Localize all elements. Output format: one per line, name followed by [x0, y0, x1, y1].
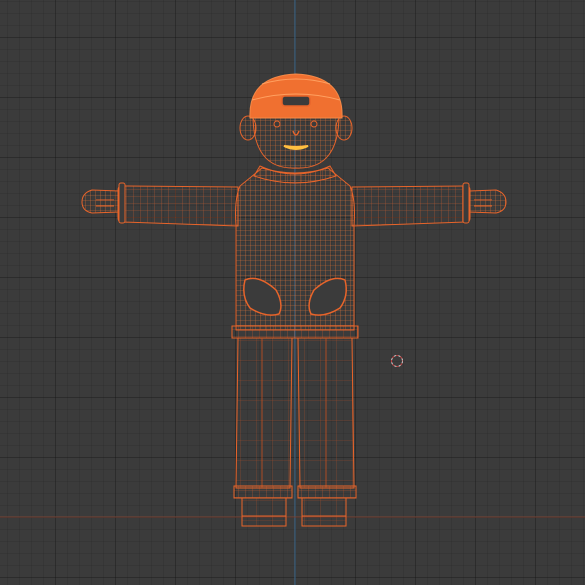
left-arm-mesh[interactable] — [117, 185, 239, 227]
right-shoe-mesh[interactable] — [301, 497, 347, 527]
mouth — [283, 145, 309, 150]
viewport-canvas — [0, 0, 585, 585]
right-hand-mesh[interactable] — [468, 189, 507, 214]
left-shoe-mesh[interactable] — [241, 497, 287, 527]
left-pant-cuff — [233, 485, 293, 499]
cap-strap — [281, 95, 311, 107]
3d-viewport[interactable] — [0, 0, 585, 585]
left-leg-mesh[interactable] — [235, 337, 293, 489]
left-eye — [273, 120, 281, 128]
right-eye — [310, 120, 318, 128]
sweater-hem — [231, 325, 359, 339]
left-sleeve-cuff — [118, 182, 126, 224]
right-arm-mesh[interactable] — [351, 185, 471, 227]
right-sleeve-cuff — [462, 182, 470, 224]
left-hand-mesh[interactable] — [81, 189, 120, 214]
head-mesh[interactable] — [252, 111, 340, 169]
character-mesh[interactable] — [81, 73, 507, 527]
right-pant-cuff — [297, 485, 357, 499]
3d-cursor-icon[interactable] — [391, 355, 403, 367]
